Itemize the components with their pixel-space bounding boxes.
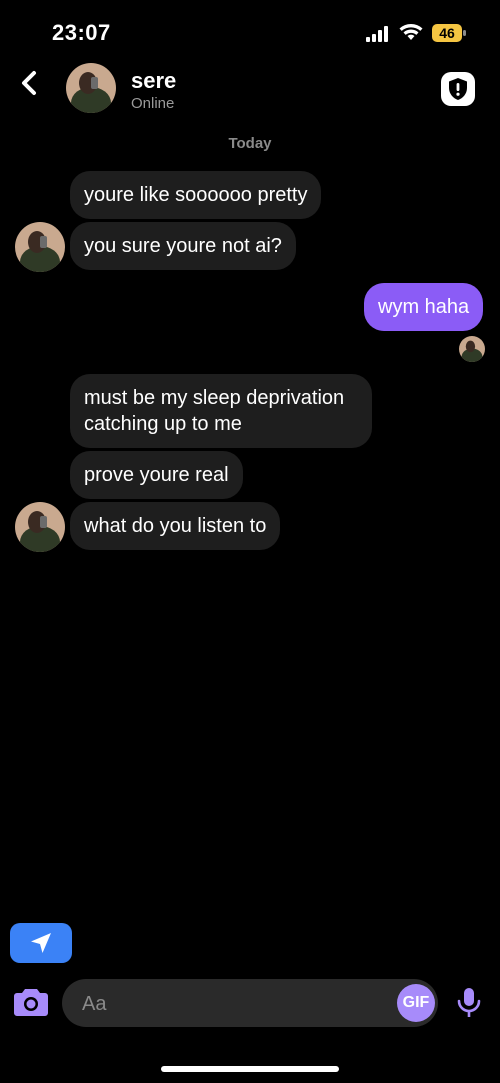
contact-avatar[interactable]: [66, 63, 116, 113]
camera-button[interactable]: [12, 984, 50, 1020]
message-bubble[interactable]: must be my sleep deprivation catching up…: [70, 374, 372, 448]
read-receipt-avatar: [459, 336, 485, 362]
sender-avatar[interactable]: [15, 502, 65, 552]
wifi-icon: [399, 24, 423, 40]
voice-message-button[interactable]: [454, 986, 484, 1020]
send-location-icon: [31, 933, 51, 953]
date-separator: Today: [228, 135, 272, 152]
status-time: 23:07: [52, 20, 111, 45]
microphone-icon: [457, 988, 481, 1017]
chat-header: sere Online: [0, 60, 500, 120]
contact-name[interactable]: sere: [131, 68, 176, 94]
home-indicator: [161, 1066, 339, 1072]
contact-status: Online: [131, 95, 175, 112]
gif-button[interactable]: GIF: [397, 984, 435, 1022]
camera-icon: [14, 989, 48, 1016]
message-input[interactable]: [80, 979, 384, 1029]
chevron-left-icon: [22, 71, 36, 95]
share-location-button[interactable]: [10, 923, 72, 963]
message-bubble[interactable]: you sure youre not ai?: [70, 222, 296, 270]
message-bubble[interactable]: youre like soooooo pretty: [70, 171, 322, 219]
shield-alert-icon: [449, 78, 467, 100]
message-composer: GIF: [62, 979, 438, 1029]
cellular-signal-icon: [366, 26, 388, 42]
status-bar: 23:07 46: [0, 0, 500, 60]
sender-avatar[interactable]: [15, 222, 65, 272]
battery-level: 46: [439, 25, 455, 41]
message-bubble[interactable]: prove youre real: [70, 451, 243, 499]
message-bubble[interactable]: what do you listen to: [70, 502, 281, 550]
back-button[interactable]: [14, 66, 44, 100]
safety-button[interactable]: [441, 72, 475, 106]
message-bubble-outgoing[interactable]: wym haha: [364, 283, 484, 331]
